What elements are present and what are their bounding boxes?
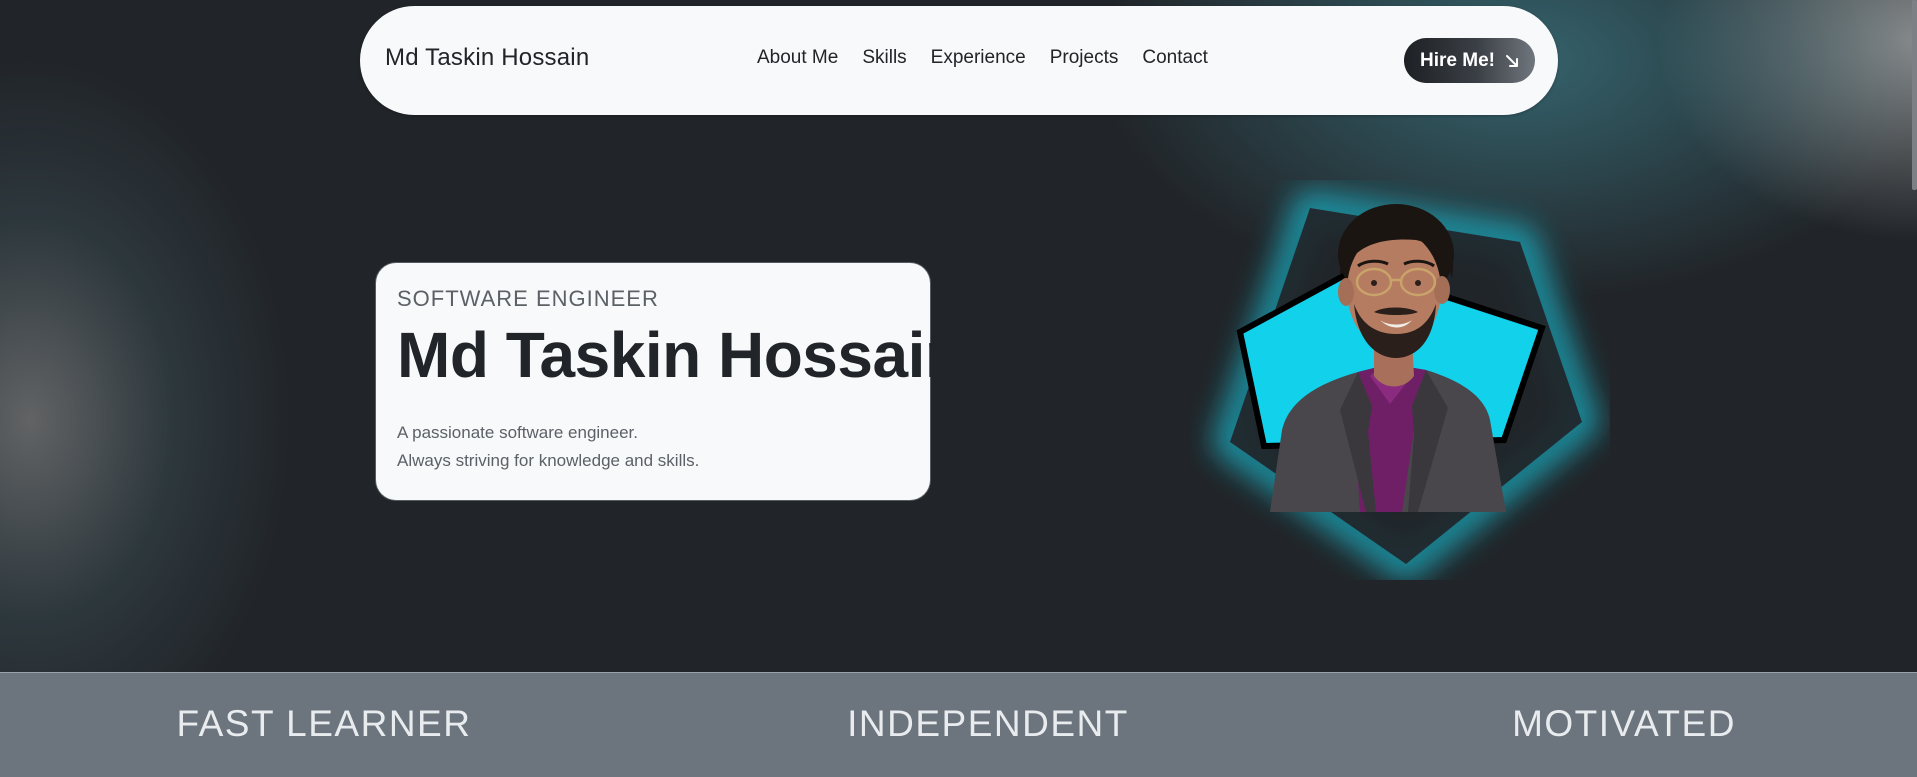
portfolio-page: Md Taskin Hossain About Me Skills Experi…	[0, 0, 1917, 777]
hero-name: Md Taskin Hossain	[397, 318, 964, 391]
nav-link-about-me[interactable]: About Me	[745, 47, 850, 69]
arrow-down-right-icon	[1505, 54, 1519, 68]
hero-description-line-2: Always striving for knowledge and skills…	[397, 451, 700, 471]
brand-name[interactable]: Md Taskin Hossain	[385, 44, 589, 72]
hero-description-line-1: A passionate software engineer.	[397, 423, 638, 443]
hero-description: A passionate software engineer. Always s…	[397, 419, 910, 475]
nav-link-skills[interactable]: Skills	[850, 47, 918, 69]
scrollbar[interactable]	[1912, 0, 1917, 190]
nav-link-contact[interactable]: Contact	[1130, 47, 1219, 69]
traits-strip: FAST LEARNER INDEPENDENT MOTIVATED	[0, 672, 1917, 777]
trait-motivated: MOTIVATED	[1512, 703, 1736, 744]
nav-links: About Me Skills Experience Projects Cont…	[745, 47, 1220, 69]
hero-role: SOFTWARE ENGINEER	[397, 286, 659, 311]
nav-link-experience[interactable]: Experience	[919, 47, 1038, 69]
navbar: Md Taskin Hossain About Me Skills Experi…	[360, 6, 1558, 115]
trait-independent: INDEPENDENT	[847, 703, 1129, 744]
profile-portrait	[1190, 180, 1610, 581]
portrait-graphic	[1213, 191, 1599, 581]
hero-card: SOFTWARE ENGINEER Md Taskin Hossain A pa…	[376, 263, 964, 500]
hire-me-label: Hire Me!	[1420, 49, 1495, 71]
trait-fast-learner: FAST LEARNER	[176, 703, 472, 744]
hire-me-button[interactable]: Hire Me!	[1404, 38, 1535, 83]
nav-link-projects[interactable]: Projects	[1038, 47, 1131, 69]
